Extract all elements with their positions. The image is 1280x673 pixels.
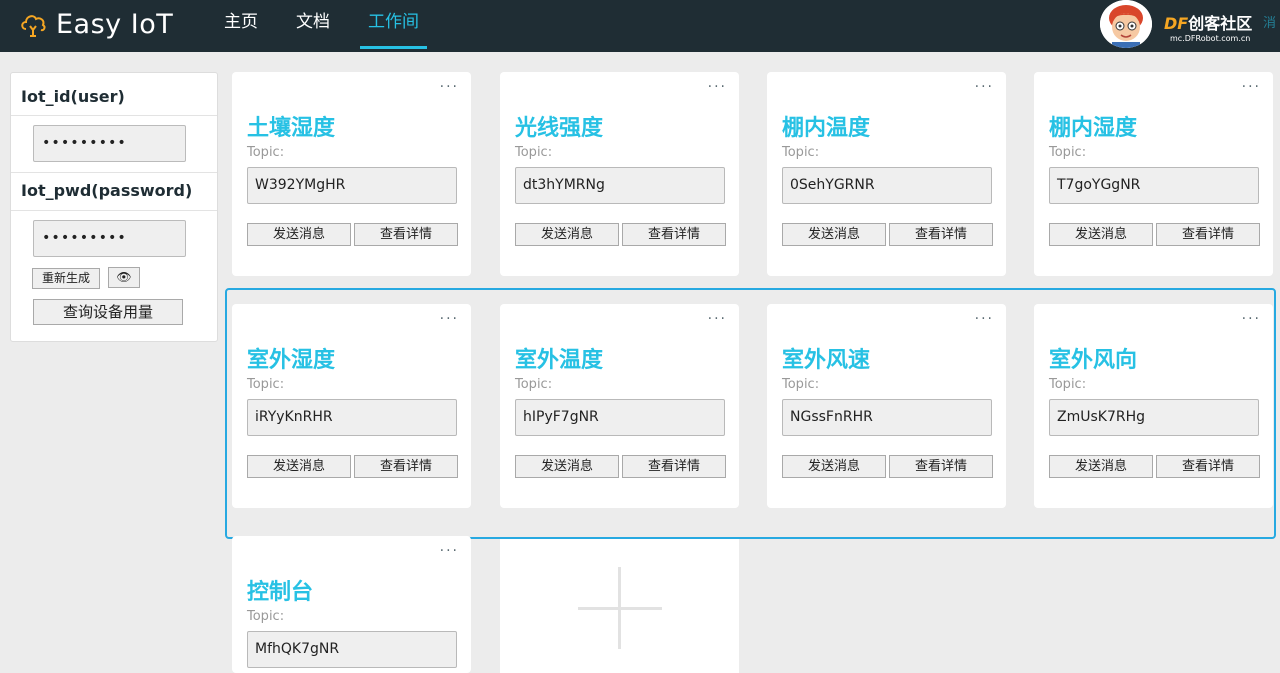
iot-pwd-label: Iot_pwd(password): [21, 181, 193, 200]
send-message-button[interactable]: 发送消息: [515, 223, 619, 246]
topic-label: Topic:: [515, 145, 553, 160]
view-details-button[interactable]: 查看详情: [622, 455, 726, 478]
topic-field[interactable]: hIPyF7gNR: [515, 399, 725, 436]
topic-field[interactable]: dt3hYMRNg: [515, 167, 725, 204]
nav-workspace[interactable]: 工作间: [360, 0, 427, 52]
regenerate-button[interactable]: 重新生成: [32, 268, 100, 289]
cloud-lightbulb-icon: [21, 15, 46, 37]
plus-icon: [618, 567, 621, 649]
device-card: ··· 控制台 Topic: MfhQK7gNR: [232, 536, 471, 673]
iot-pwd-field[interactable]: •••••••••: [33, 220, 186, 257]
topic-field[interactable]: iRYyKnRHR: [247, 399, 457, 436]
send-message-button[interactable]: 发送消息: [247, 223, 351, 246]
topic-field[interactable]: MfhQK7gNR: [247, 631, 457, 668]
nav-home[interactable]: 主页: [224, 0, 258, 52]
divider: [11, 115, 217, 116]
brand-hint-text: 消: [1262, 16, 1276, 31]
card-title: 土壤湿度: [247, 116, 336, 141]
brand-name: DF创客社区: [1164, 14, 1253, 33]
more-icon[interactable]: ···: [1242, 312, 1261, 326]
device-card: ··· 室外风向 Topic: ZmUsK7RHg 发送消息 查看详情: [1034, 304, 1273, 508]
more-icon[interactable]: ···: [1242, 80, 1261, 94]
card-title: 光线强度: [515, 116, 604, 141]
top-bar: Easy IoT 主页 文档 工作间 消 DF创客社区 mc.DFRobot.c…: [0, 0, 1280, 52]
add-device-card[interactable]: [500, 539, 739, 673]
divider: [11, 210, 217, 211]
view-details-button[interactable]: 查看详情: [622, 223, 726, 246]
topic-label: Topic:: [247, 145, 285, 160]
topic-label: Topic:: [1049, 145, 1087, 160]
topic-label: Topic:: [1049, 377, 1087, 392]
card-title: 棚内温度: [782, 116, 871, 141]
app-title: Easy IoT: [56, 8, 174, 40]
send-message-button[interactable]: 发送消息: [515, 455, 619, 478]
nav-docs[interactable]: 文档: [296, 0, 330, 52]
dfrobot-watermark: 消 DF创客社区 mc.DFRobot.com.cn: [1098, 0, 1280, 52]
topic-field[interactable]: T7goYGgNR: [1049, 167, 1259, 204]
avatar[interactable]: [1100, 0, 1152, 48]
topic-label: Topic:: [782, 377, 820, 392]
avatar-image: [1100, 0, 1152, 48]
device-card: ··· 室外湿度 Topic: iRYyKnRHR 发送消息 查看详情: [232, 304, 471, 508]
card-title: 室外风向: [1049, 348, 1138, 373]
send-message-button[interactable]: 发送消息: [1049, 455, 1153, 478]
more-icon[interactable]: ···: [708, 80, 727, 94]
device-card: ··· 棚内温度 Topic: 0SehYGRNR 发送消息 查看详情: [767, 72, 1006, 276]
send-message-button[interactable]: 发送消息: [247, 455, 351, 478]
device-card: ··· 室外温度 Topic: hIPyF7gNR 发送消息 查看详情: [500, 304, 739, 508]
iot-id-field[interactable]: •••••••••: [33, 125, 186, 162]
topic-label: Topic:: [515, 377, 553, 392]
app-logo[interactable]: Easy IoT: [18, 6, 173, 42]
topic-label: Topic:: [247, 609, 285, 624]
card-title: 室外风速: [782, 348, 871, 373]
more-icon[interactable]: ···: [440, 80, 459, 94]
more-icon[interactable]: ···: [440, 312, 459, 326]
send-message-button[interactable]: 发送消息: [1049, 223, 1153, 246]
more-icon[interactable]: ···: [975, 80, 994, 94]
iot-id-label: Iot_id(user): [21, 87, 125, 106]
topic-field[interactable]: W392YMgHR: [247, 167, 457, 204]
card-title: 控制台: [247, 580, 314, 605]
device-card: ··· 光线强度 Topic: dt3hYMRNg 发送消息 查看详情: [500, 72, 739, 276]
view-details-button[interactable]: 查看详情: [354, 223, 458, 246]
credentials-panel: Iot_id(user) ••••••••• Iot_pwd(password)…: [10, 72, 218, 342]
topic-label: Topic:: [782, 145, 820, 160]
send-message-button[interactable]: 发送消息: [782, 455, 886, 478]
view-details-button[interactable]: 查看详情: [1156, 455, 1260, 478]
device-card: ··· 室外风速 Topic: NGssFnRHR 发送消息 查看详情: [767, 304, 1006, 508]
more-icon[interactable]: ···: [975, 312, 994, 326]
device-card: ··· 棚内湿度 Topic: T7goYGgNR 发送消息 查看详情: [1034, 72, 1273, 276]
query-usage-button[interactable]: 查询设备用量: [33, 299, 183, 325]
card-title: 室外湿度: [247, 348, 336, 373]
send-message-button[interactable]: 发送消息: [782, 223, 886, 246]
card-title: 室外温度: [515, 348, 604, 373]
card-title: 棚内湿度: [1049, 116, 1138, 141]
view-details-button[interactable]: 查看详情: [354, 455, 458, 478]
device-card: ··· 土壤湿度 Topic: W392YMgHR 发送消息 查看详情: [232, 72, 471, 276]
more-icon[interactable]: ···: [708, 312, 727, 326]
show-password-button[interactable]: 👁: [108, 267, 140, 288]
eye-icon: 👁: [116, 270, 132, 284]
topic-field[interactable]: NGssFnRHR: [782, 399, 992, 436]
topic-label: Topic:: [247, 377, 285, 392]
view-details-button[interactable]: 查看详情: [889, 455, 993, 478]
main-nav: 主页 文档 工作间: [224, 0, 457, 52]
more-icon[interactable]: ···: [440, 544, 459, 558]
brand-url: mc.DFRobot.com.cn: [1170, 34, 1251, 43]
topic-field[interactable]: ZmUsK7RHg: [1049, 399, 1259, 436]
topic-field[interactable]: 0SehYGRNR: [782, 167, 992, 204]
divider: [11, 172, 217, 173]
view-details-button[interactable]: 查看详情: [889, 223, 993, 246]
view-details-button[interactable]: 查看详情: [1156, 223, 1260, 246]
